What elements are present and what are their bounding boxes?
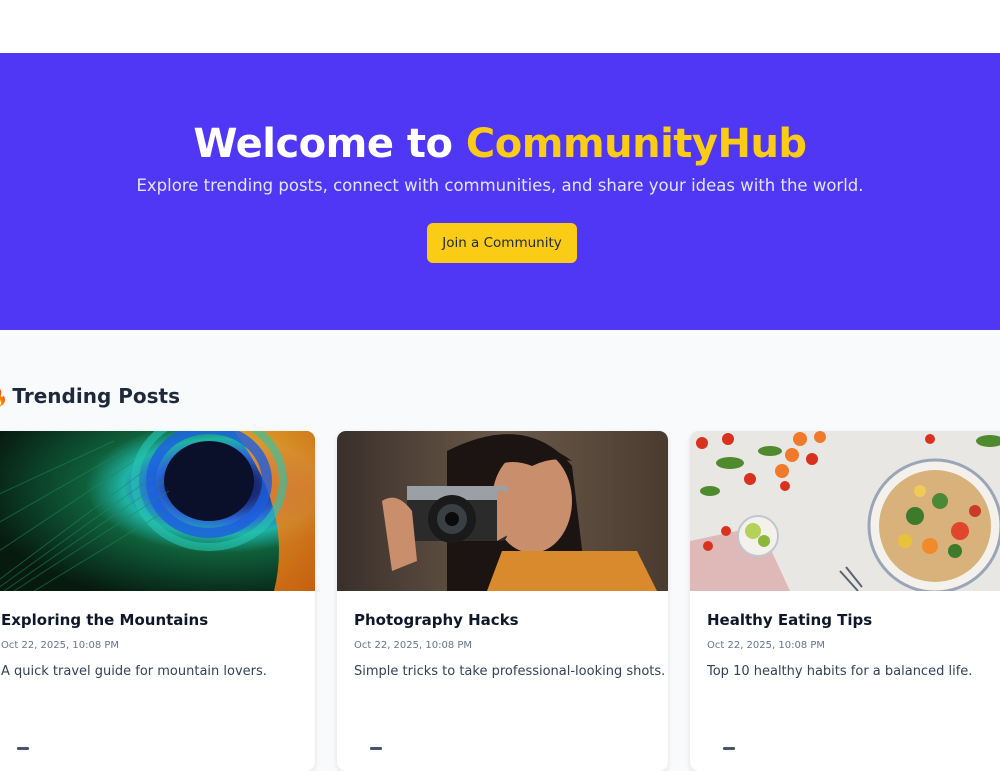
trending-posts-heading: 🔥Trending Posts [0,384,180,408]
post-title[interactable]: Exploring the Mountains [1,611,208,629]
post-card[interactable]: Healthy Eating Tips Oct 22, 2025, 10:08 … [690,431,1000,771]
hero-subtitle: Explore trending posts, connect with com… [136,176,864,195]
trending-heading-text: Trending Posts [12,384,180,408]
post-date: Oct 22, 2025, 10:08 PM [354,640,473,651]
post-image-woman-with-camera[interactable] [337,431,668,591]
post-description: Simple tricks to take professional-looki… [354,664,666,679]
hero-title-brand: CommunityHub [465,121,807,167]
trending-fire-icon: 🔥 [0,387,8,408]
post-card[interactable]: Photography Hacks Oct 22, 2025, 10:08 PM… [337,431,668,771]
hero-title-prefix: Welcome to [193,121,466,167]
post-date: Oct 22, 2025, 10:08 PM [707,640,826,651]
post-title[interactable]: Healthy Eating Tips [707,611,872,629]
join-community-button[interactable]: Join a Community [427,223,577,263]
post-date: Oct 22, 2025, 10:08 PM [1,640,120,651]
hero-banner: Welcome to CommunityHub Explore trending… [0,53,1000,330]
post-description: Top 10 healthy habits for a balanced lif… [707,664,973,679]
post-image-healthy-salad[interactable] [690,431,1000,591]
hero-title: Welcome to CommunityHub [0,121,1000,167]
post-card[interactable]: Exploring the Mountains Oct 22, 2025, 10… [0,431,315,771]
top-navbar [0,0,1000,53]
post-description: A quick travel guide for mountain lovers… [1,664,267,679]
post-title[interactable]: Photography Hacks [354,611,519,629]
post-image-peacock-feather[interactable] [0,431,315,591]
